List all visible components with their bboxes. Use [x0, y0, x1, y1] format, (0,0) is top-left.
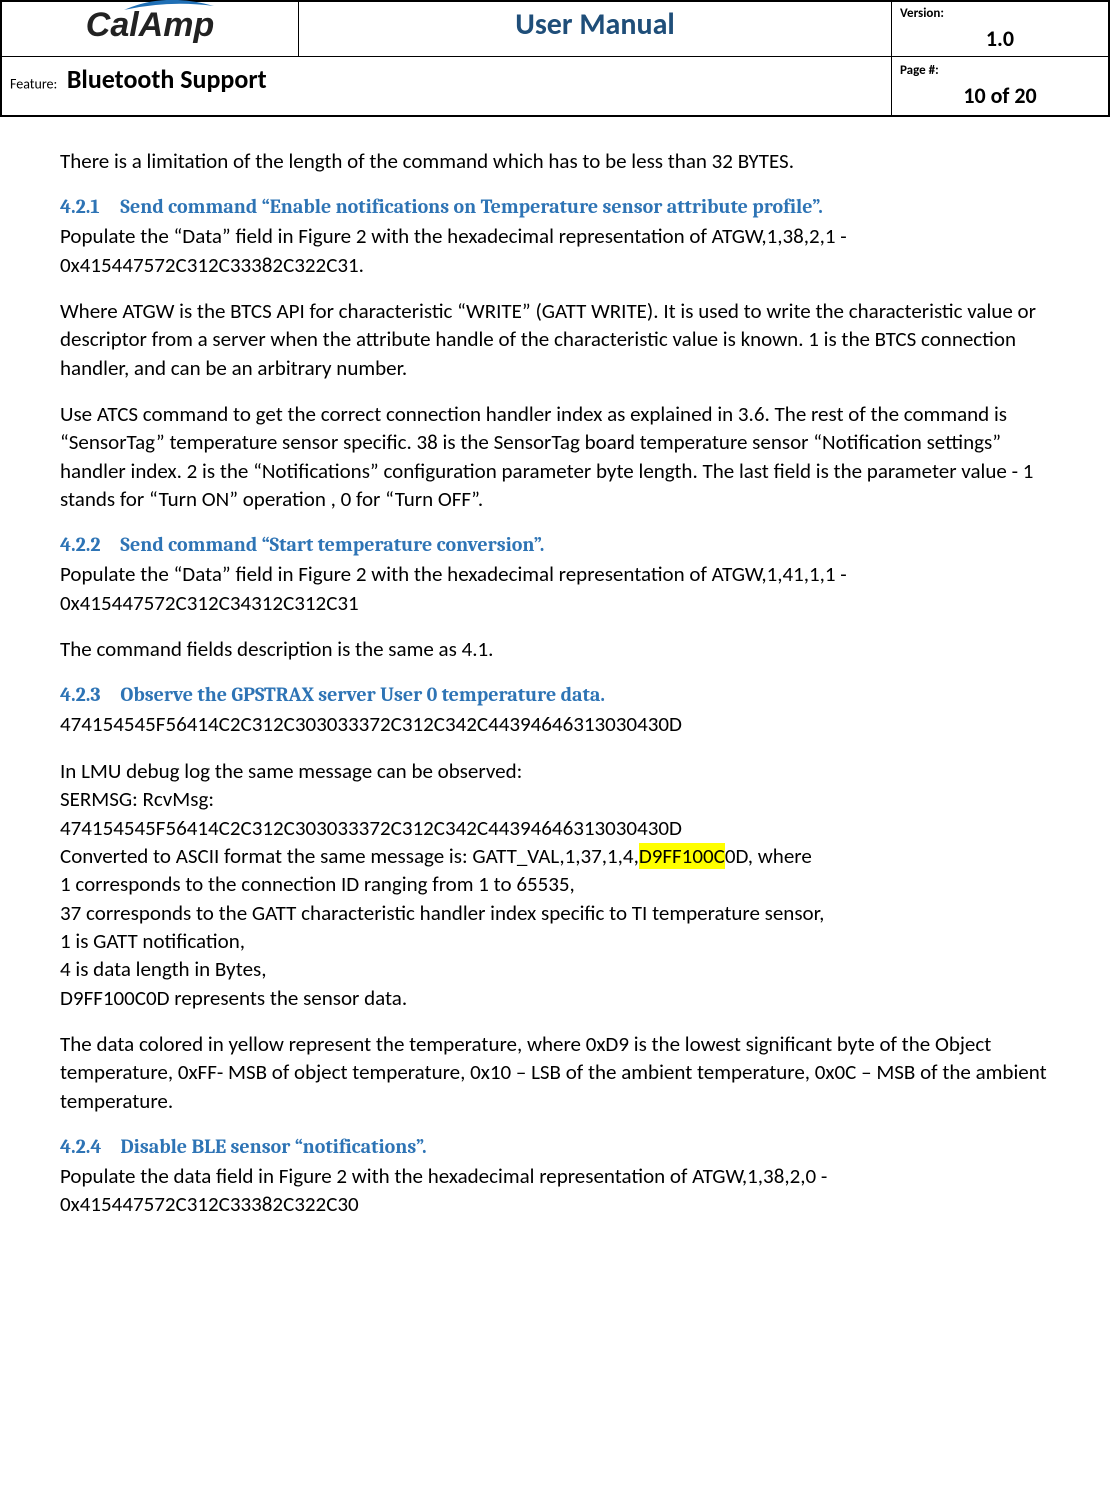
feature-cell: Feature: Bluetooth Support	[1, 57, 892, 117]
heading-text: Disable BLE sensor “notifications”.	[120, 1135, 426, 1158]
log-block: In LMU debug log the same message can be…	[60, 757, 1050, 1012]
page-cell: Page #: 10 of 20	[892, 57, 1110, 117]
text-segment: Converted to ASCII format the same messa…	[60, 843, 639, 869]
hex-line: 474154545F56414C2C312C303033372C312C342C…	[60, 710, 1050, 738]
intro-paragraph: There is a limitation of the length of t…	[60, 147, 1050, 175]
log-line: 4 is data length in Bytes,	[60, 955, 1050, 983]
log-line: 1 corresponds to the connection ID rangi…	[60, 870, 1050, 898]
feature-value: Bluetooth Support	[61, 63, 267, 95]
heading-text: Send command “Start temperature conversi…	[120, 533, 544, 556]
heading-4-2-4: 4.2.4 Disable BLE sensor “notifications”…	[60, 1133, 1050, 1160]
log-line: Converted to ASCII format the same messa…	[60, 842, 1050, 870]
heading-text: Send command “Enable notifications on Te…	[120, 195, 822, 218]
paragraph: Populate the data field in Figure 2 with…	[60, 1162, 1050, 1219]
log-line: D9FF100C0D represents the sensor data.	[60, 984, 1050, 1012]
version-cell: Version: 1.0	[892, 1, 1110, 57]
feature-label: Feature:	[10, 76, 57, 93]
paragraph: The data colored in yellow represent the…	[60, 1030, 1050, 1115]
log-line: In LMU debug log the same message can be…	[60, 757, 1050, 785]
document-body: There is a limitation of the length of t…	[0, 117, 1110, 1249]
highlighted-hex: D9FF100C	[639, 843, 725, 869]
heading-number: 4.2.2	[60, 531, 116, 558]
heading-4-2-1: 4.2.1 Send command “Enable notifications…	[60, 193, 1050, 220]
doc-title: User Manual	[299, 1, 892, 57]
log-line: SERMSG: RcvMsg:	[60, 785, 1050, 813]
heading-text: Observe the GPSTRAX server User 0 temper…	[120, 683, 605, 706]
log-line: 1 is GATT notification,	[60, 927, 1050, 955]
log-line: 474154545F56414C2C312C303033372C312C342C…	[60, 814, 1050, 842]
paragraph: The command fields description is the sa…	[60, 635, 1050, 663]
paragraph: Populate the “Data” field in Figure 2 wi…	[60, 222, 1050, 279]
document-header: CalAmp User Manual Version: 1.0 Feature:…	[0, 0, 1110, 117]
version-label: Version:	[900, 6, 1100, 21]
calamp-logo: CalAmp	[86, 6, 214, 45]
text-segment: 0D, where	[725, 843, 812, 869]
log-line: 37 corresponds to the GATT characteristi…	[60, 899, 1050, 927]
heading-4-2-3: 4.2.3 Observe the GPSTRAX server User 0 …	[60, 681, 1050, 708]
paragraph: Populate the “Data” field in Figure 2 wi…	[60, 560, 1050, 617]
page-label: Page #:	[900, 63, 1100, 78]
heading-number: 4.2.3	[60, 681, 116, 708]
page-value: 10 of 20	[900, 78, 1100, 109]
logo-swoosh-icon	[124, 0, 214, 12]
heading-number: 4.2.4	[60, 1133, 116, 1160]
heading-4-2-2: 4.2.2 Send command “Start temperature co…	[60, 531, 1050, 558]
heading-number: 4.2.1	[60, 193, 116, 220]
paragraph: Use ATCS command to get the correct conn…	[60, 400, 1050, 513]
paragraph: Where ATGW is the BTCS API for character…	[60, 297, 1050, 382]
version-value: 1.0	[900, 21, 1100, 52]
logo-cell: CalAmp	[1, 1, 299, 57]
